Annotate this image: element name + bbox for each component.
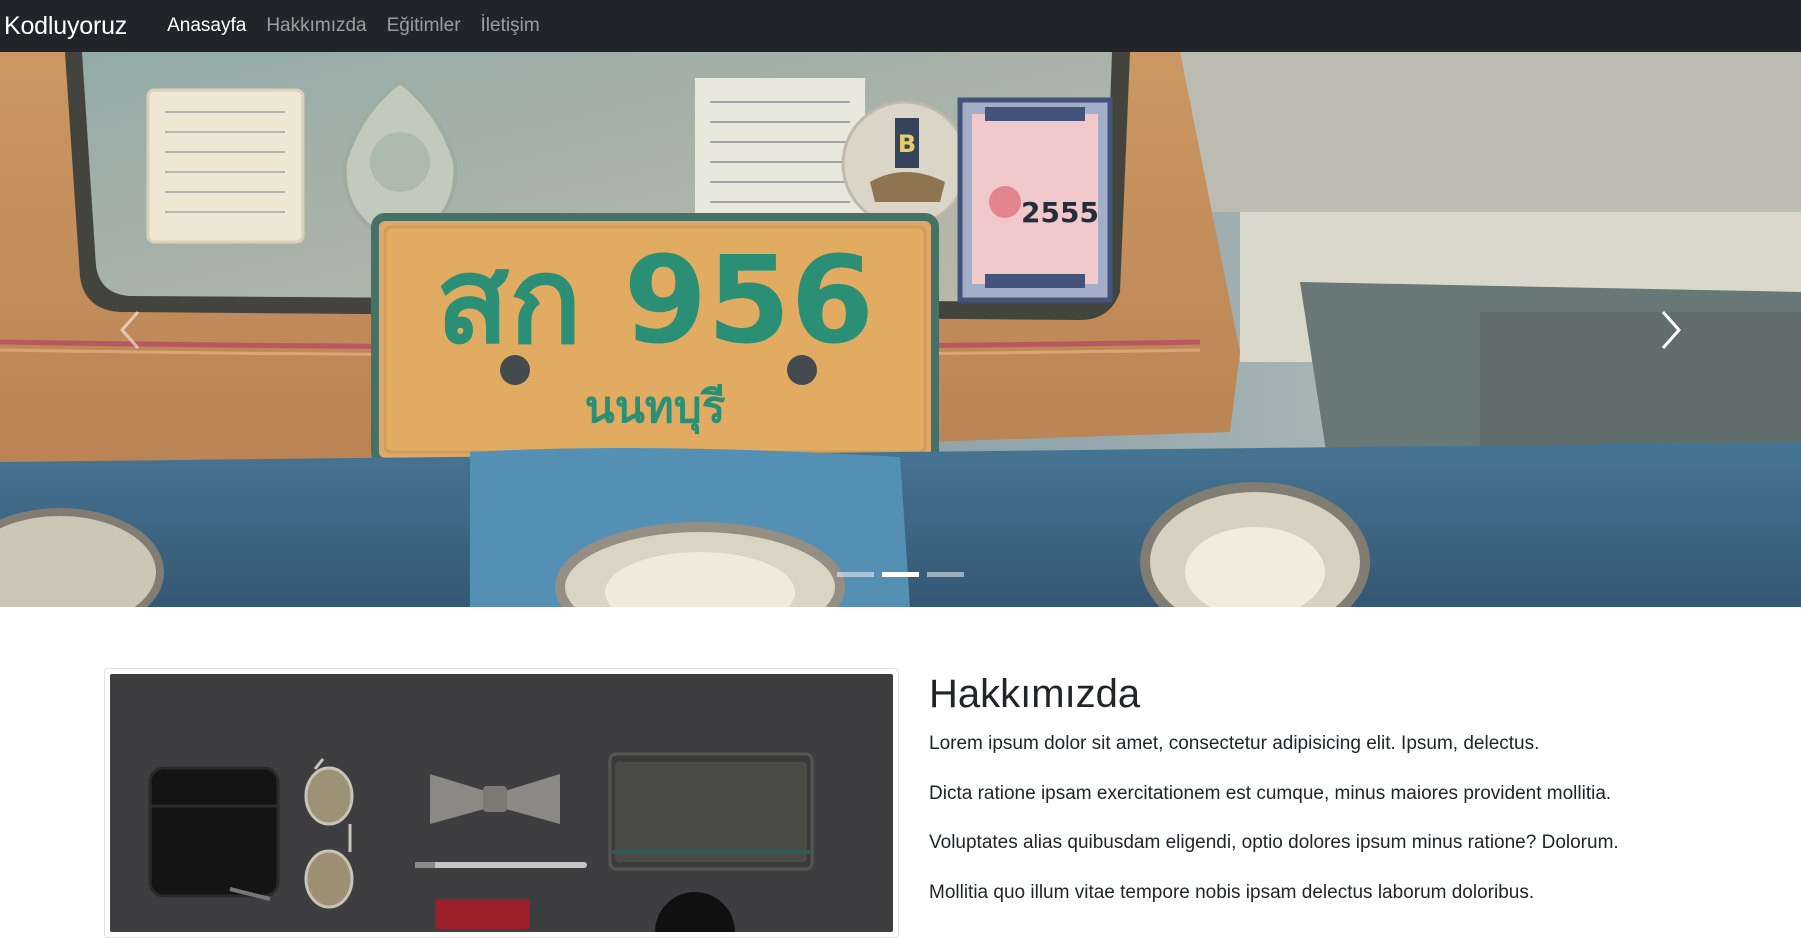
nav-item-hakkimizda: Hakkımızda xyxy=(256,15,376,37)
about-paragraph-2: Dicta ratione ipsam exercitationem est c… xyxy=(929,782,1612,804)
about-paragraph-4: Mollitia quo illum vitae tempore nobis i… xyxy=(929,881,1535,903)
about-title: Hakkımızda xyxy=(929,672,1141,716)
nav-list: Anasayfa Hakkımızda Eğitimler İletişim xyxy=(157,15,550,37)
nav-link-anasayfa[interactable]: Anasayfa xyxy=(157,15,256,37)
chevron-right-icon xyxy=(1661,310,1682,349)
carousel-slide-image: B 2555 สก 956 นนทบุรี xyxy=(0,52,1801,607)
nav-item-egitimler: Eğitimler xyxy=(377,15,471,37)
nav-item-anasayfa: Anasayfa xyxy=(157,15,256,37)
nav-item-iletisim: İletişim xyxy=(471,15,550,37)
about-image xyxy=(110,674,893,932)
carousel-next-button[interactable] xyxy=(1541,52,1801,607)
about-image-frame xyxy=(104,668,899,938)
nav-link-iletisim[interactable]: İletişim xyxy=(471,15,550,37)
carousel-indicator-3[interactable] xyxy=(927,572,964,577)
carousel-prev-button[interactable] xyxy=(0,52,260,607)
carousel-indicator-2[interactable] xyxy=(882,572,919,577)
navbar: Kodluyoruz Anasayfa Hakkımızda Eğitimler… xyxy=(0,0,1801,52)
chevron-left-icon xyxy=(119,310,140,349)
navbar-brand[interactable]: Kodluyoruz xyxy=(4,12,127,41)
hero-carousel: B 2555 สก 956 นนทบุรี xyxy=(0,52,1801,607)
about-paragraph-1: Lorem ipsum dolor sit amet, consectetur … xyxy=(929,733,1540,754)
carousel-indicator-1[interactable] xyxy=(837,572,874,577)
about-section: Hakkımızda Lorem ipsum dolor sit amet, c… xyxy=(929,668,1729,928)
nav-link-egitimler[interactable]: Eğitimler xyxy=(377,15,471,37)
about-paragraph-3: Voluptates alias quibusdam eligendi, opt… xyxy=(929,832,1619,853)
carousel-indicators xyxy=(0,572,1801,577)
nav-link-hakkimizda[interactable]: Hakkımızda xyxy=(256,15,376,37)
